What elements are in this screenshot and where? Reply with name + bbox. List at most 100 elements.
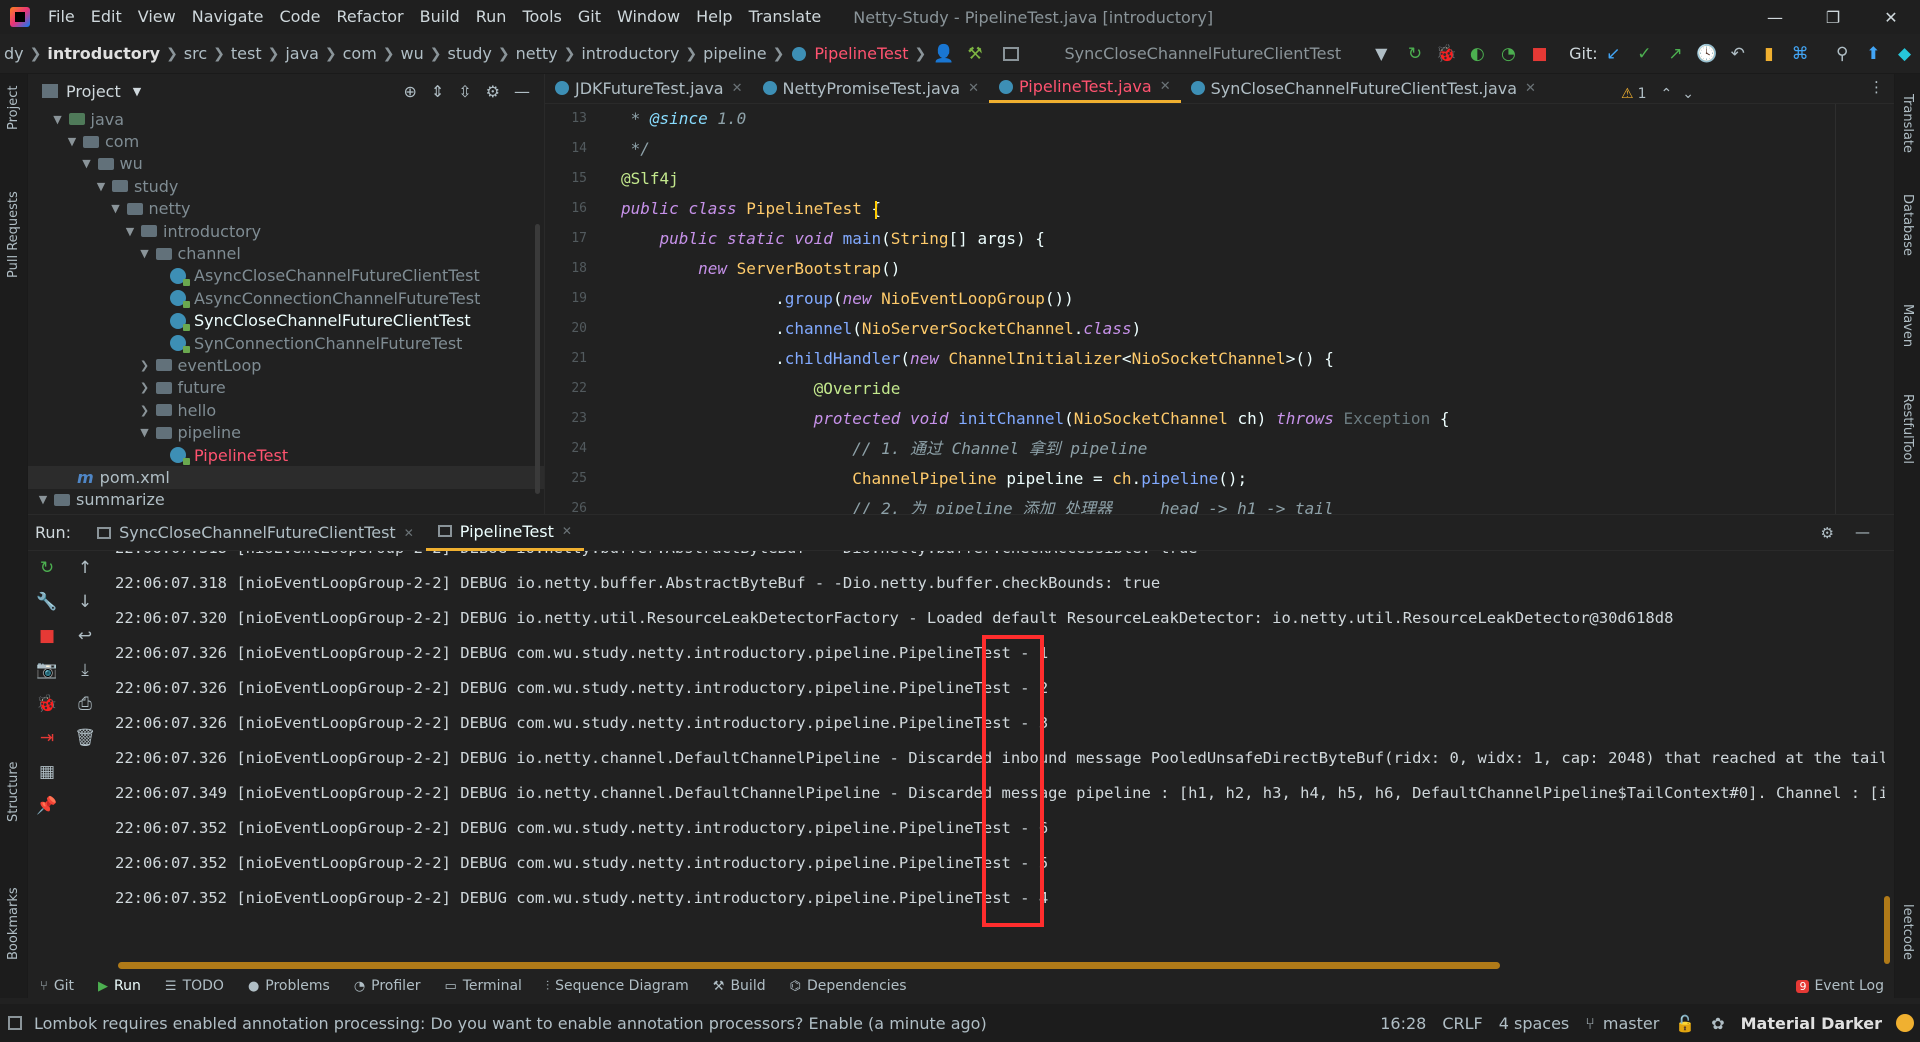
- caret-position[interactable]: 16:28: [1372, 1014, 1434, 1033]
- vertical-scrollbar[interactable]: [1884, 896, 1890, 964]
- minimize-icon[interactable]: —: [1746, 0, 1804, 34]
- tree-item-java[interactable]: ▼ java: [28, 108, 544, 130]
- tree-item-study[interactable]: ▼ study: [28, 175, 544, 197]
- breadcrumb-item[interactable]: study: [444, 44, 496, 63]
- menu-window[interactable]: Window: [609, 0, 688, 34]
- menu-help[interactable]: Help: [688, 0, 740, 34]
- breadcrumb-item[interactable]: pipeline: [699, 44, 770, 63]
- camera-icon[interactable]: 📷: [28, 653, 66, 687]
- git-commit-icon[interactable]: ✓: [1632, 41, 1657, 67]
- layout-toggle-icon[interactable]: [8, 1016, 22, 1030]
- project-scrollbar[interactable]: [535, 224, 540, 494]
- breadcrumb-item[interactable]: wu: [397, 44, 428, 63]
- menu-tools[interactable]: Tools: [514, 0, 569, 34]
- bookmarks-tool-tab[interactable]: Bookmarks: [6, 887, 21, 960]
- menu-git[interactable]: Git: [570, 0, 609, 34]
- rerun-icon[interactable]: ↻: [28, 551, 66, 585]
- indent-setting[interactable]: 4 spaces: [1491, 1014, 1578, 1033]
- stop-icon[interactable]: ■: [28, 619, 66, 653]
- tab-nettypromisetest-java[interactable]: NettyPromiseTest.java ✕: [753, 73, 989, 103]
- profiler-icon[interactable]: ◔: [1496, 41, 1521, 67]
- memory-indicator-icon[interactable]: [1896, 1014, 1914, 1032]
- warning-indicator[interactable]: ⚠ 1 ⌃ ⌄: [1621, 86, 1694, 102]
- print-icon[interactable]: ⎙: [66, 687, 104, 721]
- menu-file[interactable]: File: [40, 0, 83, 34]
- project-panel-title[interactable]: Project: [66, 82, 121, 101]
- event-log-button[interactable]: 9 Event Log: [1796, 978, 1884, 994]
- chevron-down-icon[interactable]: ▼: [138, 426, 152, 439]
- chevron-right-icon[interactable]: ❯: [138, 359, 152, 372]
- code-area[interactable]: * @since 1.0 */ @Slf4j public class Pipeli…: [621, 104, 1871, 514]
- menu-code[interactable]: Code: [272, 0, 329, 34]
- tree-item-eventloop[interactable]: ❯ eventLoop: [28, 354, 544, 376]
- search-icon[interactable]: ⚲: [1830, 41, 1855, 67]
- locate-icon[interactable]: ⊕: [403, 82, 416, 101]
- menu-translate[interactable]: Translate: [741, 0, 830, 34]
- git-update-icon[interactable]: ↙: [1601, 41, 1626, 67]
- close-icon[interactable]: ✕: [404, 526, 414, 540]
- chevron-down-icon[interactable]: ▼: [51, 113, 65, 126]
- tool-profiler[interactable]: ◔ Profiler: [342, 978, 433, 994]
- chevron-down-icon[interactable]: ▼: [36, 493, 50, 506]
- tree-item-wu[interactable]: ▼ wu: [28, 153, 544, 175]
- breadcrumb-item[interactable]: introductory: [43, 44, 164, 63]
- tree-item-hello[interactable]: ❯ hello: [28, 399, 544, 421]
- project-tool-tab[interactable]: Project: [6, 86, 21, 130]
- tool-build[interactable]: ⚒ Build: [701, 978, 778, 994]
- tree-item-com[interactable]: ▼ com: [28, 130, 544, 152]
- chevron-down-icon[interactable]: ▼: [65, 135, 79, 148]
- close-icon[interactable]: ✕: [968, 81, 979, 96]
- gear-icon[interactable]: ⚙: [486, 82, 500, 101]
- chevron-down-icon[interactable]: ▼: [123, 225, 137, 238]
- rerun-icon[interactable]: ↻: [1402, 41, 1427, 67]
- tree-item-channel[interactable]: ▼ channel: [28, 242, 544, 264]
- hide-icon[interactable]: —: [514, 82, 530, 101]
- breadcrumb-item[interactable]: PipelineTest: [810, 44, 912, 63]
- hide-icon[interactable]: —: [1855, 523, 1870, 541]
- tree-item-netty[interactable]: ▼ netty: [28, 198, 544, 220]
- tree-item-future[interactable]: ❯ future: [28, 377, 544, 399]
- stop-icon[interactable]: ■: [1527, 41, 1552, 67]
- scroll-to-end-icon[interactable]: ⤓: [66, 653, 104, 687]
- menu-refactor[interactable]: Refactor: [328, 0, 411, 34]
- tool-todo[interactable]: ☰ TODO: [153, 978, 236, 994]
- tool-run[interactable]: ▶ Run: [86, 978, 153, 994]
- run-configuration-select[interactable]: SyncCloseChannelFutureClientTest ▼: [991, 39, 1400, 69]
- close-icon[interactable]: ✕: [1160, 79, 1171, 94]
- chevron-down-icon[interactable]: ▼: [138, 247, 152, 260]
- run-tab-pipelinetest[interactable]: PipelineTest ✕: [425, 515, 584, 551]
- chevron-down-icon[interactable]: ▼: [133, 85, 141, 98]
- restore-icon[interactable]: ❐: [1804, 0, 1862, 34]
- tree-item-pom-xml[interactable]: m pom.xml: [28, 466, 544, 489]
- wrench-icon[interactable]: 🔧: [28, 585, 66, 619]
- trash-icon[interactable]: 🗑: [66, 721, 104, 755]
- close-icon[interactable]: ✕: [562, 524, 572, 538]
- tool-git[interactable]: ⑂ Git: [28, 978, 86, 994]
- breadcrumb-item[interactable]: com: [339, 44, 381, 63]
- soft-wrap-icon[interactable]: ↩: [66, 619, 104, 653]
- tree-item-asyncconnectionchannelfuturetest[interactable]: AsyncConnectionChannelFutureTest: [28, 287, 544, 309]
- horizontal-scrollbar[interactable]: [118, 962, 1500, 969]
- menu-view[interactable]: View: [130, 0, 184, 34]
- rollback-icon[interactable]: ↶: [1725, 41, 1750, 67]
- git-push-icon[interactable]: ↗: [1663, 41, 1688, 67]
- arrow-down-icon[interactable]: ↓: [66, 585, 104, 619]
- debug-icon[interactable]: 🐞: [1434, 41, 1459, 67]
- restfultool-tool-tab[interactable]: RestfulTool: [1900, 394, 1915, 464]
- database-tool-tab[interactable]: Database: [1900, 194, 1915, 256]
- chevron-down-icon[interactable]: ▼: [80, 157, 94, 170]
- chevron-up-icon[interactable]: ⌃: [1661, 86, 1673, 102]
- structure-tool-tab[interactable]: Structure: [6, 762, 21, 822]
- close-icon[interactable]: ✕: [1525, 81, 1536, 96]
- tree-item-asyncclosechannelfutureclienttest[interactable]: AsyncCloseChannelFutureClientTest: [28, 265, 544, 287]
- theme-name[interactable]: Material Darker: [1733, 1014, 1890, 1033]
- git-branch[interactable]: master: [1603, 1014, 1667, 1033]
- chevron-down-icon[interactable]: ▼: [109, 202, 123, 215]
- tree-item-synconnectionchannelfuturetest[interactable]: SynConnectionChannelFutureTest: [28, 332, 544, 354]
- expand-all-icon[interactable]: ⇕: [431, 82, 444, 101]
- run-tab-syncclosechannelfutureclienttest[interactable]: SyncCloseChannelFutureClientTest ✕: [85, 515, 426, 551]
- debug-icon[interactable]: 🐞: [28, 687, 66, 721]
- menu-edit[interactable]: Edit: [83, 0, 130, 34]
- tree-item-summarize[interactable]: ▼ summarize: [28, 489, 544, 511]
- close-icon[interactable]: ✕: [1862, 0, 1920, 34]
